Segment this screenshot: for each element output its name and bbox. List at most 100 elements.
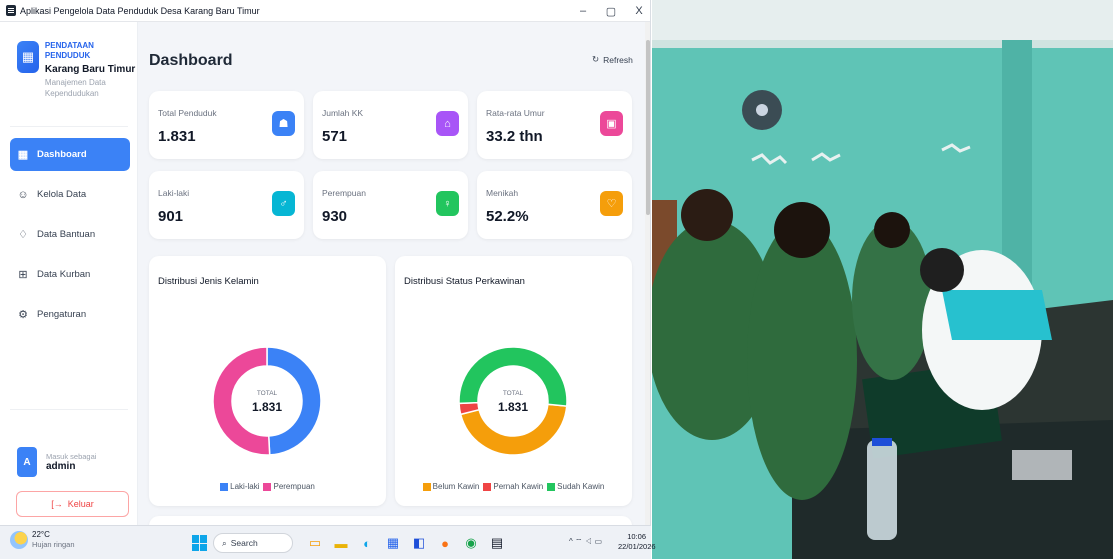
- taskbar-chrome-icon[interactable]: ◉: [460, 532, 482, 554]
- stat-value: 901: [158, 208, 184, 225]
- sidebar-item-pengaturan[interactable]: ⚙ Pengaturan: [10, 298, 130, 331]
- sidebar-divider: [10, 409, 128, 410]
- home-icon: ⌂: [436, 111, 459, 136]
- sidebar-item-label: Data Bantuan: [37, 229, 96, 240]
- window-controls: – ▢ X: [577, 0, 645, 22]
- taskbar-running-app-icon[interactable]: ▤: [486, 532, 508, 554]
- legend-label: Laki-laki: [230, 482, 260, 491]
- stat-value: 1.831: [158, 128, 196, 145]
- system-tray[interactable]: ^ ⌔ ◁ ▭: [569, 537, 602, 547]
- chart-card-status-perkawinan: Distribusi Status Perkawinan TOTAL 1.831 …: [395, 256, 632, 506]
- legend-item[interactable]: Sudah Kawin: [547, 482, 604, 491]
- stat-label: Jumlah KK: [322, 108, 364, 118]
- taskbar-store-icon[interactable]: ▦: [382, 532, 404, 554]
- donut-center-label: TOTAL: [257, 390, 278, 397]
- sidebar-item-label: Kelola Data: [37, 189, 87, 200]
- sidebar-item-data-bantuan[interactable]: ♢ Data Bantuan: [10, 218, 130, 251]
- activity-photo: [652, 0, 1113, 559]
- user-label: Masuk sebagai: [46, 452, 97, 461]
- stat-card-perempuan: Perempuan 930 ♀: [313, 171, 468, 239]
- search-icon: ⌕: [222, 537, 227, 548]
- sidebar: ▦ PENDATAAN PENDUDUK Karang Baru Timur M…: [0, 22, 138, 525]
- legend-swatch: [263, 482, 272, 491]
- donut-center-label: TOTAL: [503, 390, 524, 397]
- next-section-card: [149, 516, 632, 525]
- refresh-label: Refresh: [603, 54, 633, 65]
- dashboard-logo-icon: ▦: [17, 41, 39, 73]
- users-icon: ☺: [17, 188, 29, 201]
- logout-icon: [→: [51, 499, 63, 509]
- donut-center-value: 1.831: [498, 400, 528, 414]
- taskbar-app-icon[interactable]: ◧: [408, 532, 430, 554]
- app-window: Aplikasi Pengelola Data Penduduk Desa Ka…: [0, 0, 651, 525]
- legend-swatch: [483, 482, 492, 491]
- screen: Aplikasi Pengelola Data Penduduk Desa Ka…: [0, 0, 1113, 559]
- sidebar-item-data-kurban[interactable]: ⊞ Data Kurban: [10, 258, 130, 291]
- chart-legend: Belum Kawin Pernah Kawin Sudah Kawin: [395, 482, 632, 493]
- app-icon: [6, 5, 16, 16]
- sidebar-item-kelola-data[interactable]: ☺ Kelola Data: [10, 178, 130, 211]
- donut-slice-sudah-kawin[interactable]: [458, 346, 568, 407]
- stat-label: Rata-rata Umur: [486, 108, 545, 118]
- legend-item[interactable]: Perempuan: [263, 482, 315, 491]
- logout-label: Keluar: [67, 499, 94, 509]
- marital-donut-chart: TOTAL 1.831: [458, 346, 568, 456]
- scrollbar-thumb[interactable]: [646, 40, 650, 215]
- brand-name: Karang Baru Timur: [44, 64, 136, 75]
- legend-item[interactable]: Pernah Kawin: [483, 482, 543, 491]
- sidebar-nav: ▦ Dashboard ☺ Kelola Data ♢ Data Bantuan…: [10, 138, 130, 338]
- legend-item[interactable]: Belum Kawin: [422, 482, 480, 491]
- maximize-button[interactable]: ▢: [605, 5, 617, 18]
- scrollbar[interactable]: [645, 22, 650, 525]
- start-button[interactable]: [192, 535, 208, 551]
- weather-widget[interactable]: 22°C Hujan ringan: [10, 530, 75, 550]
- sidebar-item-dashboard[interactable]: ▦ Dashboard: [10, 138, 130, 171]
- legend-swatch: [547, 482, 556, 491]
- brand: ▦ PENDATAAN PENDUDUK Karang Baru Timur M…: [17, 41, 137, 99]
- taskbar-widget-icon[interactable]: ▭: [304, 532, 326, 554]
- logout-button[interactable]: [→ Keluar: [16, 491, 129, 517]
- stat-card-jumlah-kk: Jumlah KK 571 ⌂: [313, 91, 468, 159]
- grid-icon: ▦: [17, 149, 29, 161]
- taskbar-search[interactable]: ⌕ Search: [213, 533, 293, 553]
- weather-temp: 22°C: [32, 530, 50, 539]
- clock-time: 10:06: [627, 532, 646, 541]
- stat-label: Laki-laki: [158, 188, 190, 198]
- stat-value: 33.2 thn: [486, 128, 543, 145]
- stat-card-menikah: Menikah 52.2% ♡: [477, 171, 632, 239]
- brand-title: PENDATAAN PENDUDUK: [44, 41, 94, 60]
- gear-icon: ⚙: [18, 309, 28, 321]
- current-user: A Masuk sebagai admin: [17, 447, 96, 477]
- sidebar-item-label: Pengaturan: [37, 309, 87, 320]
- legend-label: Perempuan: [273, 482, 315, 491]
- stat-value: 52.2%: [486, 208, 529, 225]
- minimize-button[interactable]: –: [577, 5, 589, 17]
- stat-card-rata-rata-umur: Rata-rata Umur 33.2 thn ▣: [477, 91, 632, 159]
- stat-label: Menikah: [486, 188, 519, 198]
- windows-logo-icon: [200, 543, 207, 551]
- taskbar-apps: ▭ ▬ ◐ ▦ ◧ ● ◉ ▤: [304, 532, 508, 554]
- close-button[interactable]: X: [633, 5, 645, 17]
- heart-icon: ♡: [600, 191, 623, 216]
- sidebar-item-label: Dashboard: [37, 149, 87, 160]
- avatar: A: [17, 447, 37, 477]
- legend-item[interactable]: Laki-laki: [220, 482, 259, 491]
- stat-label: Perempuan: [322, 188, 366, 198]
- people-icon: ☗: [272, 111, 295, 136]
- weather-rain-icon: [10, 531, 28, 549]
- taskbar-firefox-icon[interactable]: ●: [434, 532, 456, 554]
- refresh-button[interactable]: ↻ Refresh: [592, 54, 633, 65]
- taskbar-file-explorer-icon[interactable]: ▬: [330, 532, 352, 554]
- weather-desc: Hujan ringan: [32, 540, 75, 549]
- heart-hand-icon: ♢: [18, 229, 28, 241]
- windows-logo-icon: [192, 535, 199, 543]
- legend-swatch: [220, 482, 229, 491]
- legend-label: Belum Kawin: [432, 482, 480, 491]
- stat-card-laki-laki: Laki-laki 901 ♂: [149, 171, 304, 239]
- taskbar-edge-icon[interactable]: ◐: [356, 532, 378, 554]
- stat-value: 571: [322, 128, 348, 145]
- female-user-icon: ♀: [436, 191, 459, 216]
- clock[interactable]: 10:06 22/01/2026: [618, 532, 656, 552]
- chart-card-jenis-kelamin: Distribusi Jenis Kelamin TOTAL 1.831 Laki…: [149, 256, 386, 506]
- donut-center-value: 1.831: [252, 400, 282, 414]
